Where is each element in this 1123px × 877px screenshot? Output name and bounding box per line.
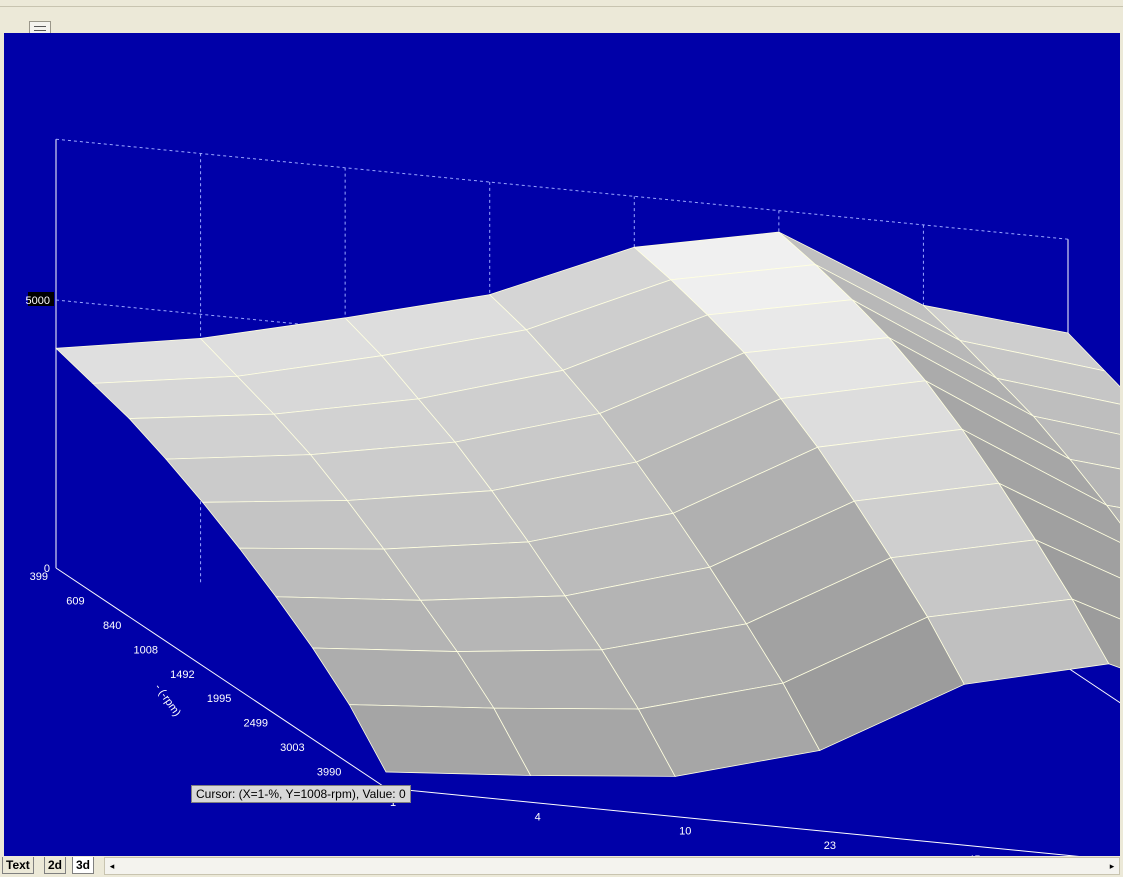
z-tick-label: 0	[44, 563, 50, 575]
y-tick-label: 840	[103, 620, 121, 632]
toolbar-row	[0, 7, 1123, 37]
horizontal-scrollbar[interactable]: ◂ ▸	[104, 857, 1120, 875]
cursor-readout: Cursor: (X=1-%, Y=1008-rpm), Value: 0	[191, 785, 411, 803]
x-tick-label: 4	[535, 811, 541, 823]
y-tick-label: 1995	[207, 693, 231, 705]
z-tick-label: 5000	[26, 295, 50, 307]
x-tick-label: 23	[824, 840, 836, 852]
toolbar	[0, 0, 1123, 7]
y-tick-label: 3003	[280, 742, 304, 754]
back-wall-top	[55, 138, 1069, 240]
y-tick-label: 1492	[170, 669, 194, 681]
surface-plot[interactable]: 3996098401008149219952499300339905355141…	[4, 33, 1120, 856]
tab-3d[interactable]: 3d	[72, 857, 95, 874]
scroll-left-icon[interactable]: ◂	[105, 858, 119, 874]
scroll-right-icon[interactable]: ▸	[1105, 858, 1119, 874]
x-tick-label: 10	[679, 826, 691, 838]
y-axis-label: - (-rpm)	[152, 682, 183, 719]
chart-svg: 3996098401008149219952499300339905355141…	[26, 138, 1120, 856]
view-tab-bar: Text 2d 3d ◂ ▸	[0, 856, 1123, 877]
y-tick-label: 609	[66, 595, 84, 607]
y-tick-label: 3990	[317, 767, 341, 779]
tab-2d[interactable]: 2d	[44, 857, 67, 874]
y-tick-label: 2499	[244, 718, 268, 730]
tab-text[interactable]: Text	[2, 857, 34, 874]
x-axis-line	[385, 787, 1080, 856]
y-tick-label: 1008	[134, 644, 158, 656]
x-axis-far-line	[1067, 667, 1120, 704]
